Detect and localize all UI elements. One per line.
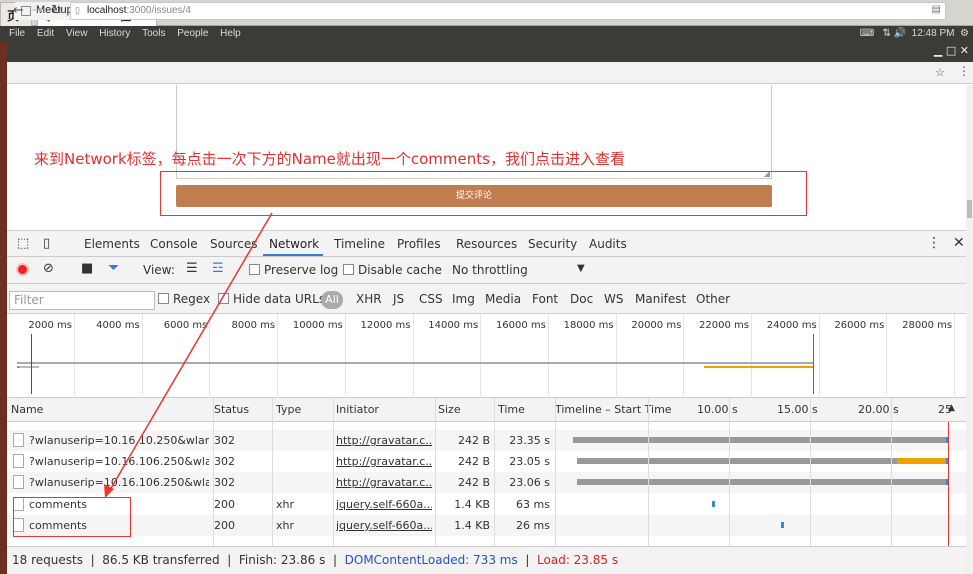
column-divider bbox=[333, 398, 334, 546]
column-divider bbox=[435, 398, 436, 546]
column-divider bbox=[555, 398, 556, 546]
column-divider bbox=[648, 398, 649, 546]
transferred: 86.5 KB transferred bbox=[102, 553, 220, 567]
column-divider bbox=[729, 398, 730, 546]
dom-content-loaded: DOMContentLoaded: 733 ms bbox=[344, 553, 518, 567]
finish-time: Finish: 23.86 s bbox=[238, 553, 326, 567]
column-divider bbox=[891, 398, 892, 546]
annotation-arrow bbox=[104, 212, 273, 498]
column-divider bbox=[494, 398, 495, 546]
column-divider bbox=[272, 398, 273, 546]
network-summary: 18 requests | 86.5 KB transferred | Fini… bbox=[7, 546, 966, 574]
load-marker bbox=[948, 422, 949, 546]
column-divider bbox=[213, 398, 214, 546]
column-divider bbox=[810, 398, 811, 546]
request-count: 18 requests bbox=[12, 553, 83, 567]
load-time: Load: 23.85 s bbox=[537, 553, 619, 567]
